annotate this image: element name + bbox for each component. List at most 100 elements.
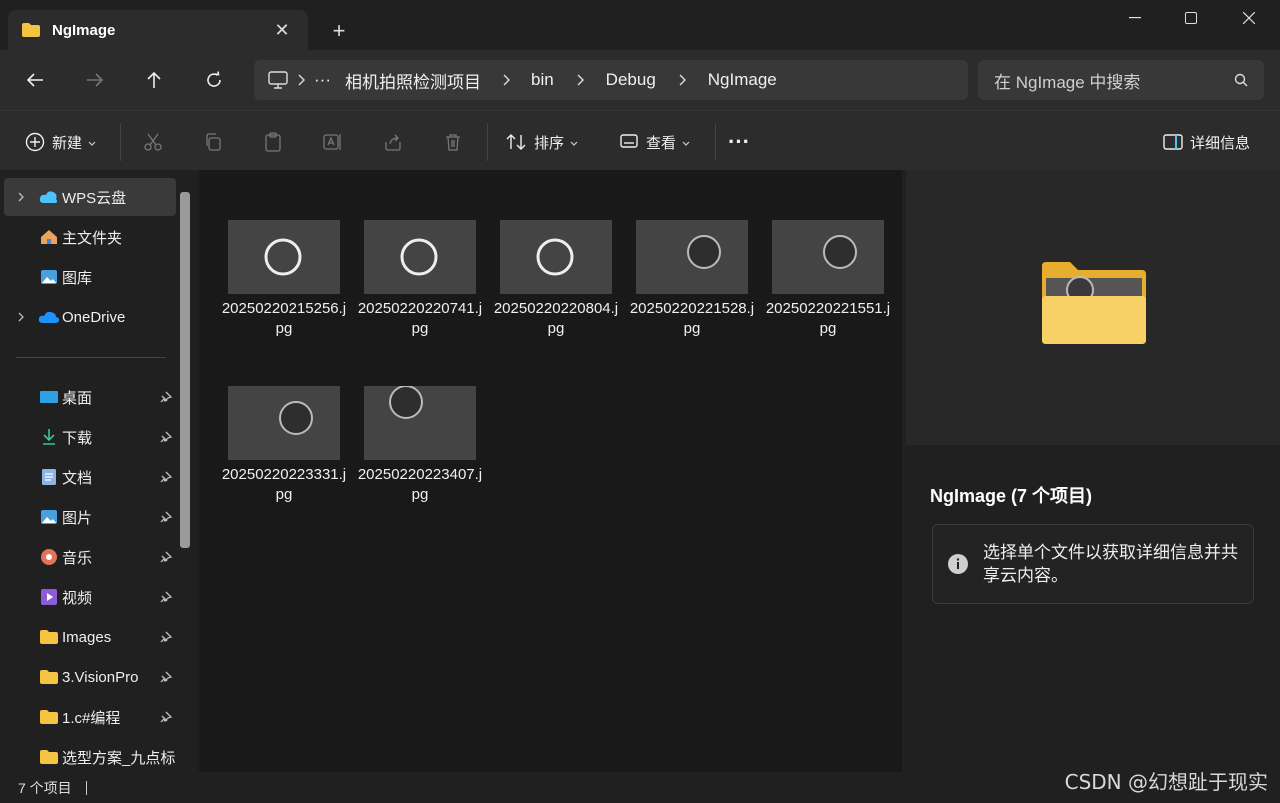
chevron-right-icon: [656, 74, 708, 86]
details-label: 详细信息: [1190, 134, 1251, 152]
share-button[interactable]: [376, 125, 410, 159]
pin-icon[interactable]: [156, 391, 176, 403]
sidebar-item-visionpro[interactable]: 3.VisionPro: [4, 658, 176, 696]
refresh-icon: [207, 71, 221, 87]
details-button[interactable]: 详细信息: [1156, 125, 1250, 159]
pin-icon[interactable]: [156, 711, 176, 723]
file-item[interactable]: 20250220215256.jpg: [220, 220, 348, 339]
close-icon[interactable]: [1221, 0, 1277, 36]
copy-button[interactable]: [196, 125, 230, 159]
search-box[interactable]: 在 NgImage 中搜索: [978, 60, 1264, 100]
up-button[interactable]: [137, 64, 171, 96]
divider: [16, 357, 166, 358]
image-thumbnail: [772, 220, 884, 294]
close-icon[interactable]: ✕: [270, 18, 294, 42]
tab-ngimage[interactable]: NgImage ✕: [8, 10, 308, 50]
music-icon: [38, 548, 60, 566]
new-button[interactable]: 新建: [18, 125, 96, 159]
sidebar-item-onedrive[interactable]: OneDrive: [4, 298, 176, 336]
sidebar-item-selection[interactable]: 选型方案_九点标: [4, 738, 176, 772]
breadcrumb-more[interactable]: ···: [314, 70, 331, 90]
file-item[interactable]: 20250220223407.jpg: [356, 386, 484, 505]
search-input[interactable]: 在 NgImage 中搜索: [994, 68, 1234, 93]
breadcrumb-item[interactable]: Debug: [606, 70, 656, 90]
refresh-button[interactable]: [197, 64, 231, 96]
info-text: 选择单个文件以获取详细信息并共享云内容。: [983, 543, 1238, 585]
navigation-pane: WPS云盘 主文件夹 图库 OneDrive 桌面 下载 文档 图片 音乐 视频…: [0, 170, 198, 772]
pin-icon[interactable]: [156, 511, 176, 523]
file-list: 20250220215256.jpg 20250220220741.jpg 20…: [200, 170, 902, 772]
document-icon: [38, 468, 60, 486]
pin-icon[interactable]: [156, 591, 176, 603]
sidebar-item-wps-cloud[interactable]: WPS云盘: [4, 178, 176, 216]
pin-icon[interactable]: [156, 471, 176, 483]
rename-button[interactable]: [316, 125, 350, 159]
breadcrumb-item[interactable]: bin: [531, 70, 554, 90]
video-icon: [38, 588, 60, 606]
folder-icon: [38, 628, 60, 646]
file-item[interactable]: 20250220220804.jpg: [492, 220, 620, 339]
clipboard-icon: [256, 125, 290, 159]
chevron-down-icon: [570, 134, 578, 151]
sidebar-item-images[interactable]: Images: [4, 618, 176, 656]
more-options-button[interactable]: ···: [728, 125, 750, 159]
delete-button[interactable]: [436, 125, 470, 159]
view-button[interactable]: 查看: [612, 125, 690, 159]
forward-button[interactable]: [78, 64, 112, 96]
sidebar-item-home[interactable]: 主文件夹: [4, 218, 176, 256]
image-thumbnail: [364, 386, 476, 460]
folder-preview: [906, 170, 1280, 445]
new-label: 新建: [52, 134, 83, 152]
pin-icon[interactable]: [156, 551, 176, 563]
share-icon: [376, 125, 410, 159]
sidebar-scrollbar[interactable]: [180, 192, 190, 548]
back-button[interactable]: [18, 64, 52, 96]
maximize-icon[interactable]: [1163, 0, 1219, 36]
address-bar: ··· 相机拍照检测项目 bin Debug NgImage 在 NgImage…: [0, 50, 1280, 110]
info-box: 选择单个文件以获取详细信息并共享云内容。: [932, 524, 1254, 604]
scissors-icon: [136, 125, 170, 159]
sidebar-item-documents[interactable]: 文档: [4, 458, 176, 496]
file-item[interactable]: 20250220223331.jpg: [220, 386, 348, 505]
paste-button[interactable]: [256, 125, 290, 159]
search-icon: [1234, 73, 1248, 87]
download-icon: [38, 428, 60, 446]
details-pane: NgImage (7 个项目) 选择单个文件以获取详细信息并共享云内容。: [902, 170, 1280, 772]
view-label: 查看: [646, 134, 677, 152]
copy-icon: [196, 125, 230, 159]
sidebar-item-videos[interactable]: 视频: [4, 578, 176, 616]
pin-icon[interactable]: [156, 631, 176, 643]
file-item[interactable]: 20250220221528.jpg: [628, 220, 756, 339]
sidebar-item-desktop[interactable]: 桌面: [4, 378, 176, 416]
pin-icon[interactable]: [156, 671, 176, 683]
chevron-right-icon: [481, 74, 531, 86]
breadcrumb[interactable]: ··· 相机拍照检测项目 bin Debug NgImage: [254, 60, 968, 100]
file-name: 20250220223331.jpg: [221, 466, 347, 503]
breadcrumb-item[interactable]: 相机拍照检测项目: [345, 68, 481, 93]
file-item[interactable]: 20250220221551.jpg: [764, 220, 892, 339]
sidebar-item-gallery[interactable]: 图库: [4, 258, 176, 296]
cut-button[interactable]: [136, 125, 170, 159]
file-name: 20250220220741.jpg: [357, 300, 483, 337]
sidebar-item-csharp[interactable]: 1.c#编程: [4, 698, 176, 736]
rename-icon: [316, 125, 350, 159]
file-name: 20250220221528.jpg: [629, 300, 755, 337]
breadcrumb-item[interactable]: NgImage: [708, 70, 777, 90]
chevron-down-icon: [88, 134, 96, 151]
sidebar-item-music[interactable]: 音乐: [4, 538, 176, 576]
sidebar-item-downloads[interactable]: 下载: [4, 418, 176, 456]
file-name: 20250220220804.jpg: [493, 300, 619, 337]
file-name: 20250220221551.jpg: [765, 300, 891, 337]
chevron-right-icon: [554, 74, 606, 86]
cloud-icon: [38, 188, 60, 206]
sort-button[interactable]: 排序: [500, 125, 578, 159]
new-tab-button[interactable]: +: [322, 16, 356, 46]
sort-icon: [500, 125, 534, 159]
file-item[interactable]: 20250220220741.jpg: [356, 220, 484, 339]
chevron-right-icon: [4, 312, 38, 322]
gallery-icon: [38, 268, 60, 286]
minimize-icon[interactable]: [1107, 0, 1163, 36]
pin-icon[interactable]: [156, 431, 176, 443]
sidebar-item-pictures[interactable]: 图片: [4, 498, 176, 536]
arrow-right-icon: [87, 73, 104, 87]
